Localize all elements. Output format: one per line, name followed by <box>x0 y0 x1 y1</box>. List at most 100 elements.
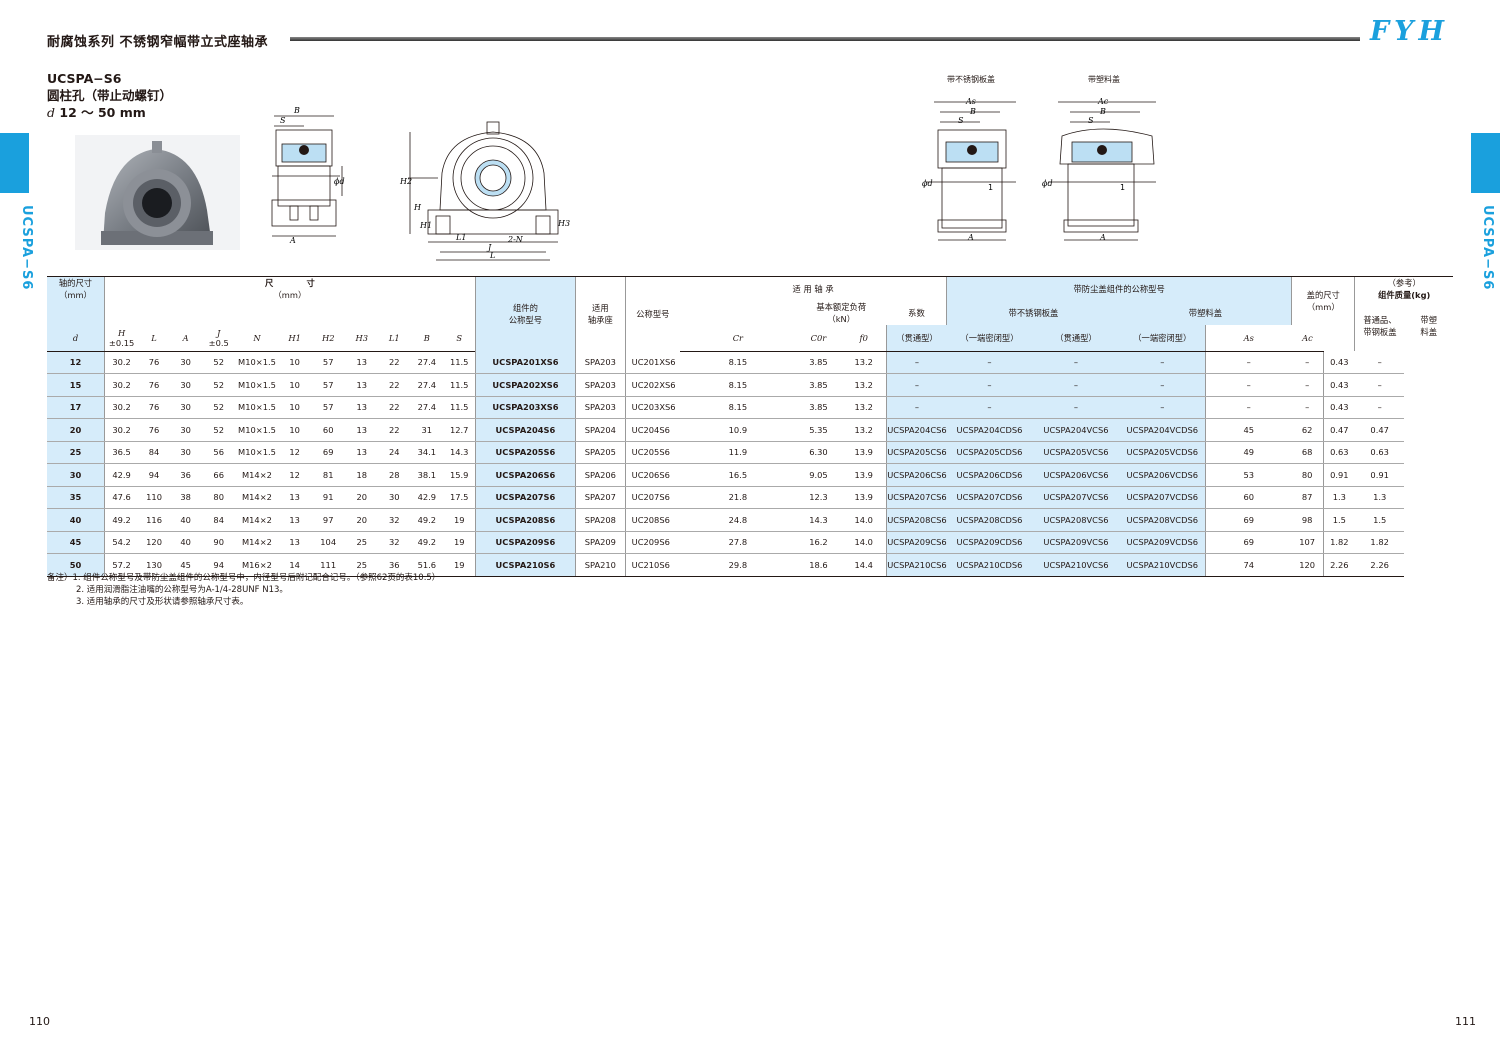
cell-vcd: UCSPA208VCDS6 <box>1119 508 1206 532</box>
cell-S: 15.9 <box>443 463 476 487</box>
cell-unit: UCSPA206S6 <box>474 463 576 487</box>
cell-L: 120 <box>138 531 170 554</box>
cell-m1: 0.43 <box>1322 351 1355 374</box>
header-plastic: 带塑料盖 <box>1119 301 1292 325</box>
svg-text:S: S <box>1088 116 1094 125</box>
cell-Ac: 80 <box>1291 463 1324 487</box>
right-side-tab <box>1471 133 1500 193</box>
cell-vc: UCSPA210VCS6 <box>1032 553 1120 577</box>
svg-text:ϕd: ϕd <box>1042 179 1053 188</box>
cell-f0: 13.9 <box>841 486 887 509</box>
cell-vc: – <box>1032 351 1120 374</box>
cell-bearing: UC202XS6 <box>624 373 681 397</box>
cell-H3: 13 <box>345 351 379 374</box>
cell-Cr: 10.9 <box>680 418 796 442</box>
cell-H3: 18 <box>345 463 379 487</box>
cell-H3: 20 <box>345 508 379 532</box>
page-header-title: 耐腐蚀系列 不锈钢窄幅带立式座轴承 <box>47 35 269 50</box>
cell-bearing: UC201XS6 <box>624 351 681 374</box>
cell-unit: UCSPA209S6 <box>474 531 576 554</box>
cell-Ac: – <box>1291 396 1324 419</box>
cell-unit: UCSPA210S6 <box>474 553 576 577</box>
cell-A: 38 <box>169 486 202 509</box>
cell-S: 11.5 <box>443 351 476 374</box>
cell-N: M10×1.5 <box>236 396 278 419</box>
cell-As: – <box>1204 396 1292 419</box>
header-stainless: 带不锈钢板盖 <box>946 301 1120 325</box>
stainless-cover-drawing: As B S ϕd 1 A <box>922 97 1016 242</box>
table-row: 12 30.2 76 30 52 M10×1.5 10 57 13 22 27.4 11.5 UCSPA… <box>47 351 1453 374</box>
cell-m2: 1.82 <box>1354 531 1405 554</box>
cell-L: 110 <box>138 486 170 509</box>
cell-vcd: UCSPA205VCDS6 <box>1119 441 1206 464</box>
cell-L: 116 <box>138 508 170 532</box>
cell-S: 12.7 <box>443 418 476 442</box>
cell-H: 47.6 <box>103 486 139 509</box>
table-row: 40 49.2 116 40 84 M14×2 13 97 20 32 49.2 19 UCSPA208… <box>47 508 1453 532</box>
svg-text:A: A <box>967 233 974 242</box>
side-view-drawing: B S ϕd A <box>271 106 345 244</box>
note-3: 3. 适用轴承的尺寸及形状请参照轴承尺寸表。 <box>76 597 249 607</box>
table-row: 15 30.2 76 30 52 M10×1.5 10 57 13 22 27.4 11.5 UCSPA… <box>47 373 1453 397</box>
cell-A: 30 <box>169 351 202 374</box>
cell-B: 49.2 <box>410 531 444 554</box>
cell-B: 49.2 <box>410 508 444 532</box>
cell-f0: 14.0 <box>841 531 887 554</box>
cell-A: 30 <box>169 441 202 464</box>
cell-H1: 10 <box>277 373 312 397</box>
cell-m1: 1.82 <box>1322 531 1355 554</box>
cell-C0r: 18.6 <box>795 553 842 577</box>
cell-L1: 24 <box>378 441 410 464</box>
svg-text:B: B <box>293 106 300 115</box>
right-side-label: UCSPA−S6 <box>1480 205 1495 291</box>
cell-housing: SPA207 <box>575 486 626 509</box>
cell-Cr: 8.15 <box>680 373 796 397</box>
cell-N: M10×1.5 <box>236 418 278 442</box>
cell-scd: – <box>946 351 1033 374</box>
cell-H: 54.2 <box>103 531 139 554</box>
cell-unit: UCSPA201XS6 <box>474 351 576 374</box>
cell-unit: UCSPA203XS6 <box>474 396 576 419</box>
cell-A: 36 <box>169 463 202 487</box>
cell-L: 76 <box>138 351 170 374</box>
note-1: 备注）1. 组件公称型号及带防尘盖组件的公称型号中，内径型号后附记配合记号。（参… <box>47 573 441 583</box>
bore-type: 圆柱孔（带止动螺钉） <box>47 88 173 103</box>
cell-L: 94 <box>138 463 170 487</box>
model-block: UCSPA−S6 圆柱孔（带止动螺钉） d 12 ～ 50 mm <box>47 70 172 121</box>
cell-vc: UCSPA208VCS6 <box>1032 508 1120 532</box>
svg-text:H3: H3 <box>557 219 570 228</box>
cell-vc: UCSPA205VCS6 <box>1032 441 1120 464</box>
cell-H: 30.2 <box>103 418 139 442</box>
cell-A: 40 <box>169 531 202 554</box>
cell-J: 52 <box>201 373 237 397</box>
cell-f0: 13.2 <box>841 396 887 419</box>
spec-table: 轴的尺寸 （mm） 尺 寸（mm） 组件的 公称型号 适用 轴承座 公称型号 适 … <box>47 276 1453 577</box>
cell-H: 30.2 <box>103 373 139 397</box>
cell-m1: 1.5 <box>1322 508 1355 532</box>
cell-unit: UCSPA205S6 <box>474 441 576 464</box>
cell-bearing: UC205S6 <box>624 441 681 464</box>
cell-vcd: – <box>1119 396 1206 419</box>
cell-m1: 0.43 <box>1322 373 1355 397</box>
cell-C0r: 14.3 <box>795 508 842 532</box>
cell-S: 19 <box>443 531 476 554</box>
cell-housing: SPA210 <box>575 553 626 577</box>
cell-S: 14.3 <box>443 441 476 464</box>
cell-H2: 104 <box>311 531 345 554</box>
cell-Cr: 16.5 <box>680 463 796 487</box>
cell-sc: – <box>886 373 947 397</box>
cell-Ac: – <box>1291 373 1324 397</box>
cell-N: M14×2 <box>236 463 278 487</box>
svg-text:A: A <box>1099 233 1106 242</box>
cell-As: – <box>1204 373 1292 397</box>
header-cover-dims: 盖的尺寸 （mm） <box>1291 276 1355 325</box>
left-side-label: UCSPA−S6 <box>19 205 34 291</box>
cell-d: 35 <box>47 486 105 509</box>
cell-d: 15 <box>47 373 105 397</box>
cell-m2: 0.63 <box>1354 441 1405 464</box>
svg-text:H1: H1 <box>419 221 432 230</box>
cell-d: 40 <box>47 508 105 532</box>
cell-unit: UCSPA202XS6 <box>474 373 576 397</box>
cell-H3: 25 <box>345 531 379 554</box>
svg-text:1: 1 <box>1120 183 1125 192</box>
